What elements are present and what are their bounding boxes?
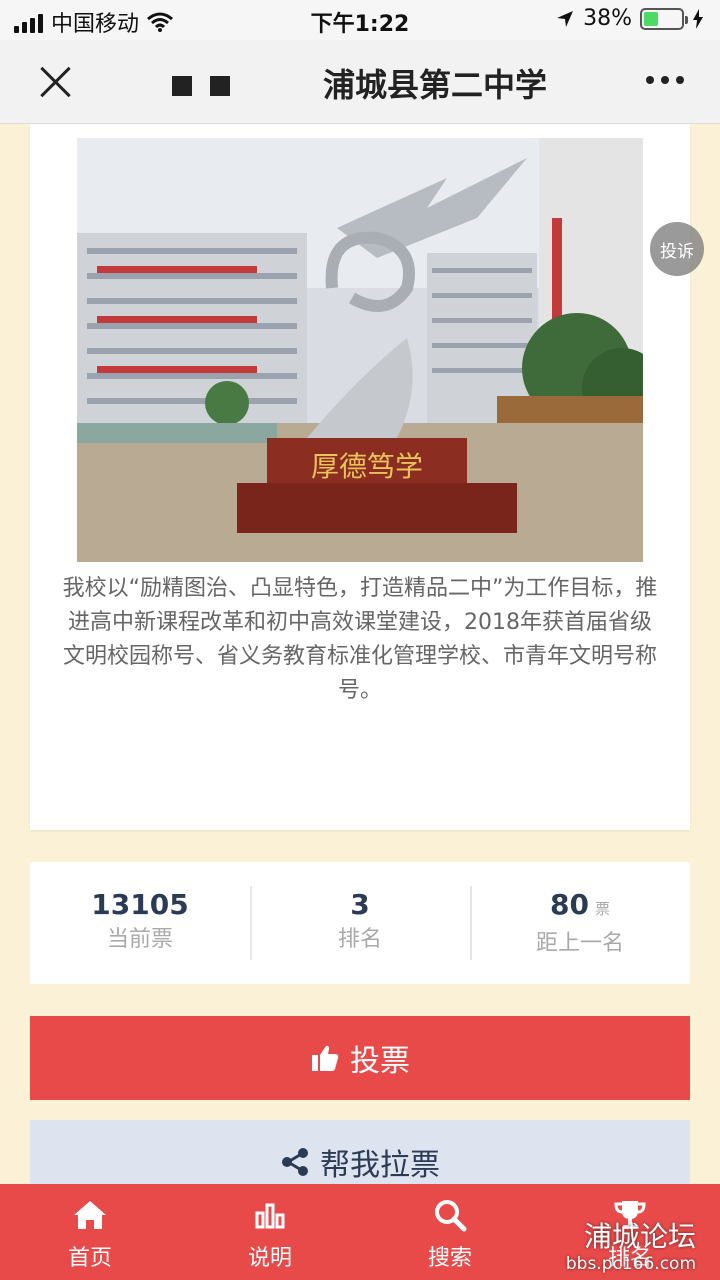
watermark-title: 浦城论坛 [583, 1220, 696, 1253]
gap-unit: 票 [594, 900, 610, 918]
tab-search[interactable]: 搜索 [360, 1184, 540, 1280]
entry-card: 厚德笃学 我校以“励精图治、凸显特色，打造精品二中”为工作目标，推进高中新课程改… [30, 124, 690, 830]
battery-level [644, 11, 658, 26]
location-arrow-icon [557, 10, 574, 27]
gap-label: 距上一名 [535, 931, 624, 956]
complaint-button[interactable]: 投诉 [650, 222, 704, 276]
page-title: 浦城县第二中学 [322, 66, 547, 104]
tab-instructions-label: 说明 [247, 1246, 292, 1271]
vote-stats: 13105 当前票 3 排名 80 票 距上一名 [30, 862, 690, 984]
current-votes-label: 当前票 [106, 927, 173, 952]
share-icon [282, 1148, 308, 1176]
tab-home-label: 首页 [67, 1246, 112, 1271]
tab-instructions[interactable]: 说明 [180, 1184, 360, 1280]
search-icon [431, 1196, 469, 1234]
rank-value: 3 [350, 888, 370, 921]
status-bar: 中国移动 下午1:22 38% [0, 0, 720, 40]
stat-current-votes: 13105 当前票 [30, 886, 250, 960]
current-votes-value: 13105 [91, 888, 189, 921]
home-icon [71, 1196, 109, 1234]
gap-value: 80 [550, 888, 589, 921]
tab-search-label: 搜索 [427, 1246, 472, 1271]
watermark-url: bbs.pc166.com [565, 1254, 696, 1274]
stat-gap: 80 票 距上一名 [470, 886, 690, 960]
bar-chart-icon [251, 1196, 289, 1234]
redacted-blocks [172, 76, 230, 96]
more-options-icon[interactable] [646, 76, 684, 84]
battery-percent: 38% [583, 6, 632, 31]
charging-bolt-icon [693, 8, 703, 29]
nav-bar: 浦城县第二中学 [0, 40, 720, 124]
entry-description: 我校以“励精图治、凸显特色，打造精品二中”为工作目标，推进高中新课程改革和初中高… [62, 576, 658, 703]
close-icon[interactable] [36, 62, 76, 102]
vote-button-label: 投票 [350, 1044, 410, 1079]
school-photo: 厚德笃学 [77, 138, 643, 562]
share-button-label: 帮我拉票 [320, 1148, 440, 1183]
thumbs-up-icon [312, 1045, 339, 1071]
forum-watermark: 浦城论坛 bbs.pc166.com [566, 1220, 696, 1274]
battery-icon [640, 7, 688, 30]
tab-home[interactable]: 首页 [0, 1184, 180, 1280]
rank-label: 排名 [337, 927, 382, 952]
vote-button[interactable]: 投票 [30, 1016, 690, 1100]
pedestal-inscription: 厚德笃学 [311, 450, 423, 483]
stat-rank: 3 排名 [250, 886, 470, 960]
